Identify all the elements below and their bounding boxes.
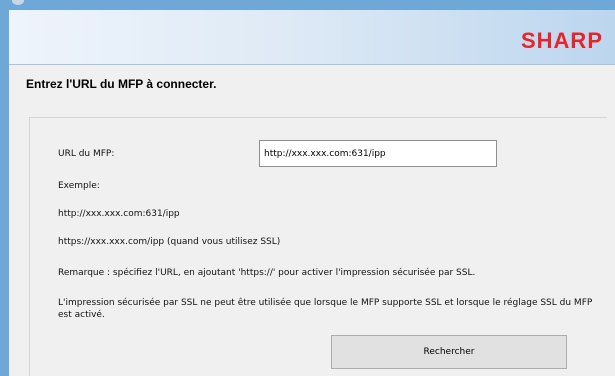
title-bar-corner [12,0,24,5]
url-label: URL du MFP: [58,149,115,159]
window-title-bar [0,0,615,10]
example-label: Exemple: [58,181,100,191]
example-https: https://xxx.xxx.com/ipp (quand vous util… [58,237,281,247]
sharp-logo: SHARP [520,28,603,53]
url-input[interactable] [259,140,497,167]
window-frame-left [0,10,9,376]
header-banner: SHARP [9,10,615,65]
remark-text: Remarque : spécifiez l'URL, en ajoutant … [58,268,476,278]
ssl-note: L'impression sécurisée par SSL ne peut ê… [58,298,593,320]
example-http: http://xxx.xxx.com:631/ipp [58,209,180,219]
page-title: Entrez l'URL du MFP à connecter. [26,77,217,91]
search-button[interactable]: Rechercher [331,335,567,369]
